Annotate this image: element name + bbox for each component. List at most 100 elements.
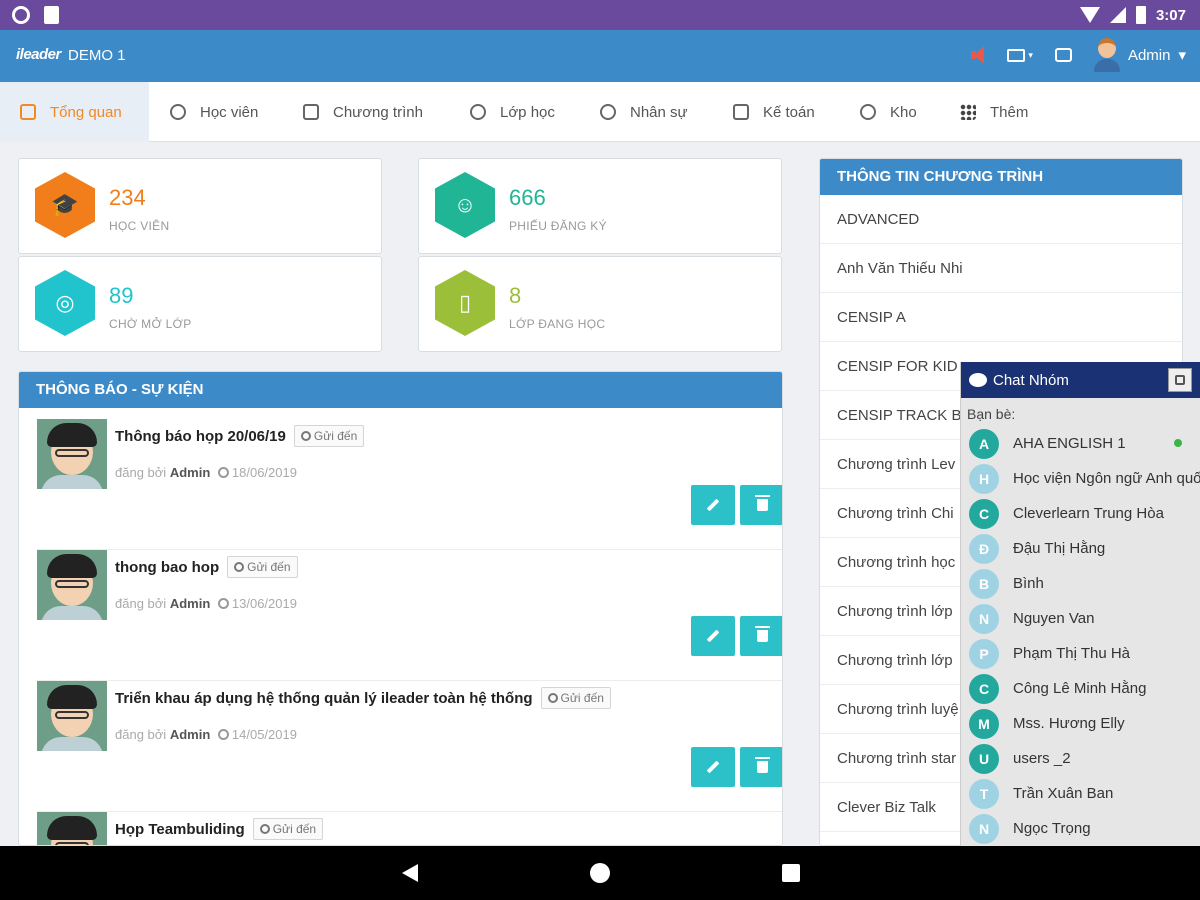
wifi-icon [1079, 7, 1100, 23]
clock: 3:07 [1155, 6, 1186, 24]
system-nav-bar [0, 846, 1200, 900]
announcement-meta: đăng bởi Admin 14/05/2019 [115, 727, 297, 742]
friend-item[interactable]: N Ngọc Trọng [961, 811, 1200, 846]
friend-item[interactable]: Uusers _2 [961, 741, 1200, 776]
announcement-item: Thông báo họp 20/06/19 Gửi đến đăng bởi … [37, 419, 782, 550]
stat-card-students[interactable]: 🎓 234 HỌC VIÊN [18, 158, 382, 254]
avatar [37, 812, 107, 845]
posted-by-label: đăng bởi [115, 465, 167, 480]
back-icon[interactable] [402, 864, 418, 882]
speaker-icon[interactable] [971, 46, 985, 64]
friend-avatar: N [969, 603, 999, 634]
friend-name: Cleverlearn Trung Hòa [1013, 505, 1164, 522]
edit-button[interactable] [691, 747, 735, 787]
badge-label: Gửi đến [272, 822, 317, 836]
delete-button[interactable] [740, 616, 782, 656]
edit-button[interactable] [691, 616, 735, 656]
tab-accounting[interactable]: Kế toán [733, 82, 815, 142]
tab-inventory[interactable]: Kho [860, 82, 917, 142]
stat-card-registrations[interactable]: ☺ 666 PHIẾU ĐĂNG KÝ [418, 158, 782, 254]
status-bar: 3:07 [0, 0, 1200, 30]
friend-item[interactable]: C Công Lê Minh Hằng [961, 671, 1200, 706]
stat-label: PHIẾU ĐĂNG KÝ [509, 219, 607, 233]
delete-button[interactable] [740, 485, 782, 525]
recent-apps-icon[interactable] [782, 864, 800, 882]
tab-students[interactable]: Học viên [170, 82, 258, 142]
announcement-item: thong bao hop Gửi đến đăng bởi Admin 13/… [37, 550, 782, 681]
tab-label: Kế toán [763, 103, 815, 121]
post-date: 13/06/2019 [231, 596, 297, 611]
avatar [37, 681, 107, 751]
friend-name: Ngọc Trọng [1013, 820, 1091, 837]
friend-name: Đậu Thị Hằng [1013, 540, 1106, 557]
friend-avatar: H [969, 463, 999, 494]
tab-staff[interactable]: Nhân sự [600, 82, 688, 142]
inventory-icon [860, 104, 876, 120]
mail-dropdown[interactable]: ▾ [1007, 48, 1033, 62]
stat-card-pending-classes[interactable]: ◎ 89 CHỜ MỞ LỚP [18, 256, 382, 352]
tab-overview[interactable]: Tổng quan [0, 82, 149, 142]
friend-item[interactable]: B Bình [961, 566, 1200, 601]
trash-icon [754, 495, 770, 511]
program-item[interactable]: Anh Văn Thiếu Nhi [820, 244, 1182, 293]
tab-more[interactable]: Thêm [960, 82, 1028, 142]
friend-avatar: Đ [969, 533, 999, 564]
grid-icon [960, 104, 976, 120]
message-icon[interactable] [1054, 48, 1072, 62]
clock-icon [217, 467, 229, 478]
stat-label: LỚP ĐANG HỌC [509, 317, 606, 331]
class-icon [470, 104, 486, 120]
friend-item[interactable]: N Nguyen Van [961, 601, 1200, 636]
trash-icon [754, 626, 770, 642]
announcements-panel: THÔNG BÁO - SỰ KIỆN Thông báo họp 20/06/… [18, 371, 783, 846]
friend-avatar: B [969, 568, 999, 599]
announcement-title-text: Họp Teambuliding [115, 820, 245, 838]
friend-list: A AHA ENGLISH 1 H Học viện Ngôn ngữ Anh quố… [961, 426, 1200, 846]
chat-header[interactable]: Chat Nhóm [961, 362, 1200, 398]
announcement-item: Họp Teambuliding Gửi đến [37, 812, 782, 845]
recipients-badge[interactable]: Gửi đến [293, 425, 365, 447]
friend-item[interactable]: Đ Đậu Thị Hằng [961, 531, 1200, 566]
notification-icon [12, 6, 30, 24]
program-item[interactable]: CENSIP A [820, 293, 1182, 342]
recipients-badge[interactable]: Gửi đến [252, 818, 324, 840]
tab-label: Lớp học [500, 103, 555, 121]
friend-item[interactable]: P Phạm Thị Thu Hà [961, 636, 1200, 671]
stat-card-active-classes[interactable]: ▯ 8 LỚP ĐANG HỌC [418, 256, 782, 352]
announcement-title[interactable]: Triển khau áp dụng hệ thống quản lý ilea… [115, 687, 611, 709]
friend-name: Mss. Hương Elly [1013, 715, 1125, 732]
recipients-badge[interactable]: Gửi đến [227, 556, 298, 578]
friend-item[interactable]: M Mss. Hương Elly [961, 706, 1200, 741]
pencil-icon [706, 629, 720, 643]
clock-icon [217, 598, 229, 609]
friend-avatar: N [969, 813, 999, 844]
app-logo[interactable]: ileader [16, 46, 61, 63]
tab-label: Tổng quan [50, 103, 122, 121]
stat-label: CHỜ MỞ LỚP [109, 317, 192, 331]
user-menu[interactable]: Admin ▾ [1093, 38, 1186, 72]
delete-button[interactable] [740, 747, 782, 787]
users-icon: ☺ [435, 172, 495, 238]
tab-label: Nhân sự [630, 103, 688, 121]
globe-icon [259, 824, 270, 834]
announcement-title[interactable]: Họp Teambuliding Gửi đến [115, 818, 324, 840]
tab-programs[interactable]: Chương trình [303, 82, 423, 142]
friend-item[interactable]: C Cleverlearn Trung Hòa [961, 496, 1200, 531]
friend-name: Nguyen Van [1013, 610, 1095, 627]
friend-item[interactable]: H Học viện Ngôn ngữ Anh quốc ABIT [961, 461, 1200, 496]
edit-button[interactable] [691, 485, 735, 525]
announcement-title[interactable]: thong bao hop Gửi đến [115, 556, 298, 578]
friend-item[interactable]: A AHA ENGLISH 1 [961, 426, 1200, 461]
badge-label: Gửi đến [313, 429, 358, 443]
chat-title: Chat Nhóm [993, 371, 1069, 389]
friend-item[interactable]: T Trần Xuân Ban [961, 776, 1200, 811]
announcement-title-text: Thông báo họp 20/06/19 [115, 427, 286, 445]
home-button-icon[interactable] [590, 863, 610, 883]
user-name: Admin [1127, 46, 1171, 64]
announcement-title[interactable]: Thông báo họp 20/06/19 Gửi đến [115, 425, 365, 447]
sd-card-icon [44, 6, 59, 24]
tab-classes[interactable]: Lớp học [470, 82, 555, 142]
recipients-badge[interactable]: Gửi đến [540, 687, 611, 709]
program-item[interactable]: ADVANCED [820, 195, 1182, 244]
minimize-button[interactable] [1168, 368, 1192, 392]
